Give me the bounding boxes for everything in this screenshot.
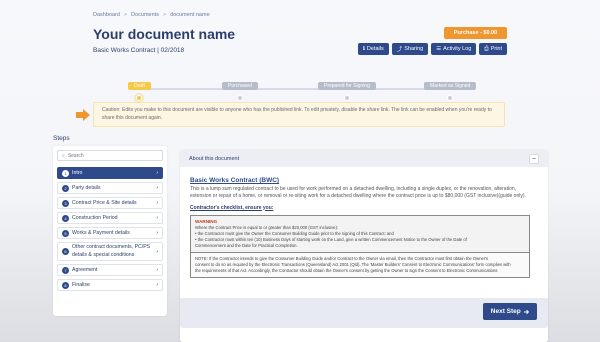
progress-dot bbox=[136, 95, 143, 101]
page-subtitle: Basic Works Contract | 02/2018 bbox=[93, 47, 185, 54]
step-label: Finalise bbox=[72, 282, 90, 288]
details-button[interactable]: ℹ Details bbox=[357, 43, 389, 55]
purchase-button[interactable]: Purchase - $0.00 bbox=[444, 27, 507, 39]
steps-panel: ⌕ 1 Intro › 2 Party details › 3 Contract… bbox=[53, 146, 167, 316]
step-label: Works & Payment details bbox=[72, 230, 130, 236]
progress-step-prepared: Prepared for Signing bbox=[318, 74, 376, 101]
sharing-button[interactable]: ⤴ Sharing bbox=[391, 43, 429, 55]
step-number: 4 bbox=[62, 214, 69, 222]
progress-step-label: Draft bbox=[128, 82, 151, 90]
checklist-heading: Contractor's checklist, ensure you: bbox=[190, 204, 274, 211]
chevron-right-icon: › bbox=[156, 248, 158, 255]
chevron-right-icon: › bbox=[156, 200, 158, 206]
step-number: 1 bbox=[62, 169, 69, 177]
chevron-right-icon: › bbox=[156, 215, 158, 221]
progress-step-label: Purchased bbox=[222, 82, 258, 90]
next-step-label: Next Step bbox=[490, 308, 521, 315]
status-progress: Draft Purchased Prepared for Signing Mar… bbox=[128, 74, 477, 101]
step-item-works-payment[interactable]: 5 Works & Payment details › bbox=[57, 227, 163, 239]
search-icon: ⌕ bbox=[62, 152, 65, 159]
warning-box: WARNING Where the Contract Price is equa… bbox=[190, 214, 530, 253]
step-item-intro[interactable]: 1 Intro › bbox=[57, 167, 163, 179]
printer-icon: ⎙ bbox=[484, 45, 489, 52]
document-type-description: This is a lump sum regulated contract to… bbox=[190, 186, 526, 200]
progress-step-label: Prepared for Signing bbox=[318, 82, 376, 90]
step-number: 7 bbox=[62, 266, 69, 274]
step-number: 5 bbox=[62, 229, 69, 237]
arrow-right-icon bbox=[76, 109, 90, 121]
step-number: 3 bbox=[62, 199, 69, 207]
about-header-title: About this document bbox=[189, 155, 240, 162]
print-button[interactable]: ⎙ Print bbox=[479, 43, 507, 55]
warning-title: WARNING bbox=[195, 218, 218, 224]
breadcrumb: Dashboard > Documents > document name bbox=[93, 12, 210, 18]
step-label: Contract Price & Site details bbox=[72, 200, 137, 206]
caution-text: Caution: Edits you make to this document… bbox=[102, 107, 492, 121]
breadcrumb-current: document name bbox=[170, 12, 210, 18]
step-label: Agreement bbox=[72, 267, 98, 273]
about-body: Basic Works Contract (BWC) This is a lum… bbox=[180, 167, 548, 279]
page-title: Your document name bbox=[93, 26, 236, 42]
warning-line: Commencement and the Date for Practical … bbox=[195, 242, 298, 248]
about-header: About this document − bbox=[180, 150, 548, 167]
step-item-party-details[interactable]: 2 Party details › bbox=[57, 182, 163, 194]
progress-dot bbox=[236, 95, 243, 101]
print-label: Print bbox=[490, 46, 502, 52]
breadcrumb-separator: > bbox=[123, 12, 128, 18]
info-icon: ℹ bbox=[362, 46, 365, 52]
share-icon: ⤴ bbox=[396, 47, 403, 53]
step-number: 2 bbox=[62, 184, 69, 192]
step-item-agreement[interactable]: 7 Agreement › bbox=[57, 264, 163, 276]
step-number: 8 bbox=[62, 281, 69, 289]
breadcrumb-dashboard[interactable]: Dashboard bbox=[93, 12, 120, 18]
step-item-other-documents[interactable]: 6 Other contract documents, PC/PS detail… bbox=[57, 242, 163, 261]
step-label: Other contract documents, PC/PS details … bbox=[72, 244, 151, 258]
step-item-construction-period[interactable]: 4 Construction Period › bbox=[57, 212, 163, 224]
next-step-button[interactable]: Next Step ➔ bbox=[483, 303, 537, 320]
chevron-right-icon: › bbox=[156, 282, 158, 288]
chevron-right-icon: › bbox=[156, 267, 158, 273]
document-type-title: Basic Works Contract (BWC) bbox=[190, 177, 280, 184]
search-box: ⌕ bbox=[57, 150, 163, 161]
progress-step-signed: Marked as Signed bbox=[424, 74, 477, 101]
chevron-right-icon: › bbox=[156, 170, 158, 176]
search-input[interactable] bbox=[67, 152, 148, 159]
step-item-finalise[interactable]: 8 Finalise › bbox=[57, 279, 163, 291]
collapse-button[interactable]: − bbox=[529, 154, 539, 164]
progress-dot bbox=[343, 95, 350, 101]
chevron-right-icon: › bbox=[156, 185, 158, 191]
action-toolbar: ℹ Details ⤴ Sharing ☰ Activity Log ⎙ Pri… bbox=[357, 43, 507, 55]
step-label: Construction Period bbox=[72, 215, 118, 221]
progress-step-label: Marked as Signed bbox=[424, 82, 477, 90]
note-line: the requirements of that Act. Accordingl… bbox=[195, 268, 498, 274]
note-box: NOTE: If the Contractor intends to give … bbox=[190, 252, 530, 279]
activity-log-label: Activity Log bbox=[443, 46, 472, 52]
breadcrumb-documents[interactable]: Documents bbox=[131, 12, 159, 18]
details-label: Details bbox=[366, 46, 384, 52]
chevron-right-icon: › bbox=[156, 230, 158, 236]
activity-log-button[interactable]: ☰ Activity Log bbox=[431, 43, 477, 55]
progress-track bbox=[148, 88, 452, 90]
caution-banner: Caution: Edits you make to this document… bbox=[76, 102, 505, 127]
list-icon: ☰ bbox=[436, 46, 442, 52]
step-item-contract-price[interactable]: 3 Contract Price & Site details › bbox=[57, 197, 163, 209]
step-label: Intro bbox=[72, 170, 83, 176]
arrow-right-icon: ➔ bbox=[523, 308, 530, 316]
breadcrumb-separator: > bbox=[162, 12, 167, 18]
steps-heading: Steps bbox=[53, 135, 70, 142]
step-number: 6 bbox=[62, 248, 69, 255]
sharing-label: Sharing bbox=[404, 46, 424, 52]
step-label: Party details bbox=[72, 185, 101, 191]
progress-step-draft: Draft bbox=[128, 74, 151, 101]
progress-dot bbox=[447, 95, 454, 101]
progress-step-purchased: Purchased bbox=[222, 74, 258, 101]
